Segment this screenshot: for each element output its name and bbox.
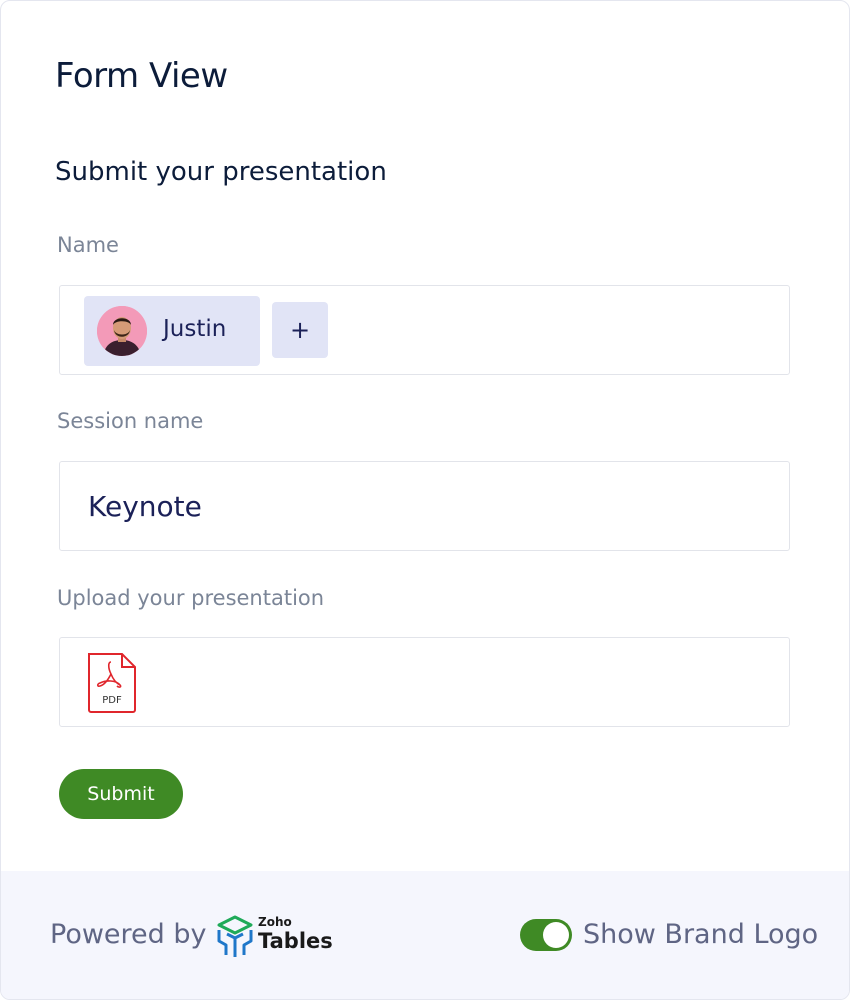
form-card: Form View Submit your presentation Name … [0, 0, 850, 1000]
add-user-button[interactable]: + [272, 302, 328, 358]
form-subtitle: Submit your presentation [55, 157, 387, 187]
zoho-tables-logo-icon [215, 915, 255, 959]
pdf-file-icon[interactable]: PDF [86, 652, 138, 714]
submit-button[interactable]: Submit [59, 769, 183, 819]
show-brand-logo-label: Show Brand Logo [583, 919, 819, 950]
pdf-badge-text: PDF [102, 695, 122, 706]
user-chip-name: Justin [163, 316, 227, 342]
name-label: Name [57, 233, 119, 257]
powered-by-label: Powered by [50, 919, 207, 950]
name-field[interactable]: Justin + [59, 285, 790, 375]
upload-label: Upload your presentation [57, 586, 325, 610]
logo-zoho-text: Zoho [258, 915, 292, 929]
upload-field[interactable]: PDF [59, 637, 790, 727]
logo-tables-text: Tables [258, 929, 333, 953]
footer: Powered by Zoho Tables Show Brand Logo [1, 871, 849, 999]
avatar [97, 306, 147, 356]
show-brand-logo-toggle[interactable] [520, 919, 572, 951]
session-name-field[interactable]: Keynote [59, 461, 790, 551]
svg-text:PDF: PDF [102, 695, 122, 706]
session-name-label: Session name [57, 409, 204, 433]
user-chip[interactable]: Justin [84, 296, 260, 366]
page-title: Form View [55, 56, 228, 96]
toggle-knob [543, 922, 569, 948]
session-name-value: Keynote [88, 490, 202, 523]
